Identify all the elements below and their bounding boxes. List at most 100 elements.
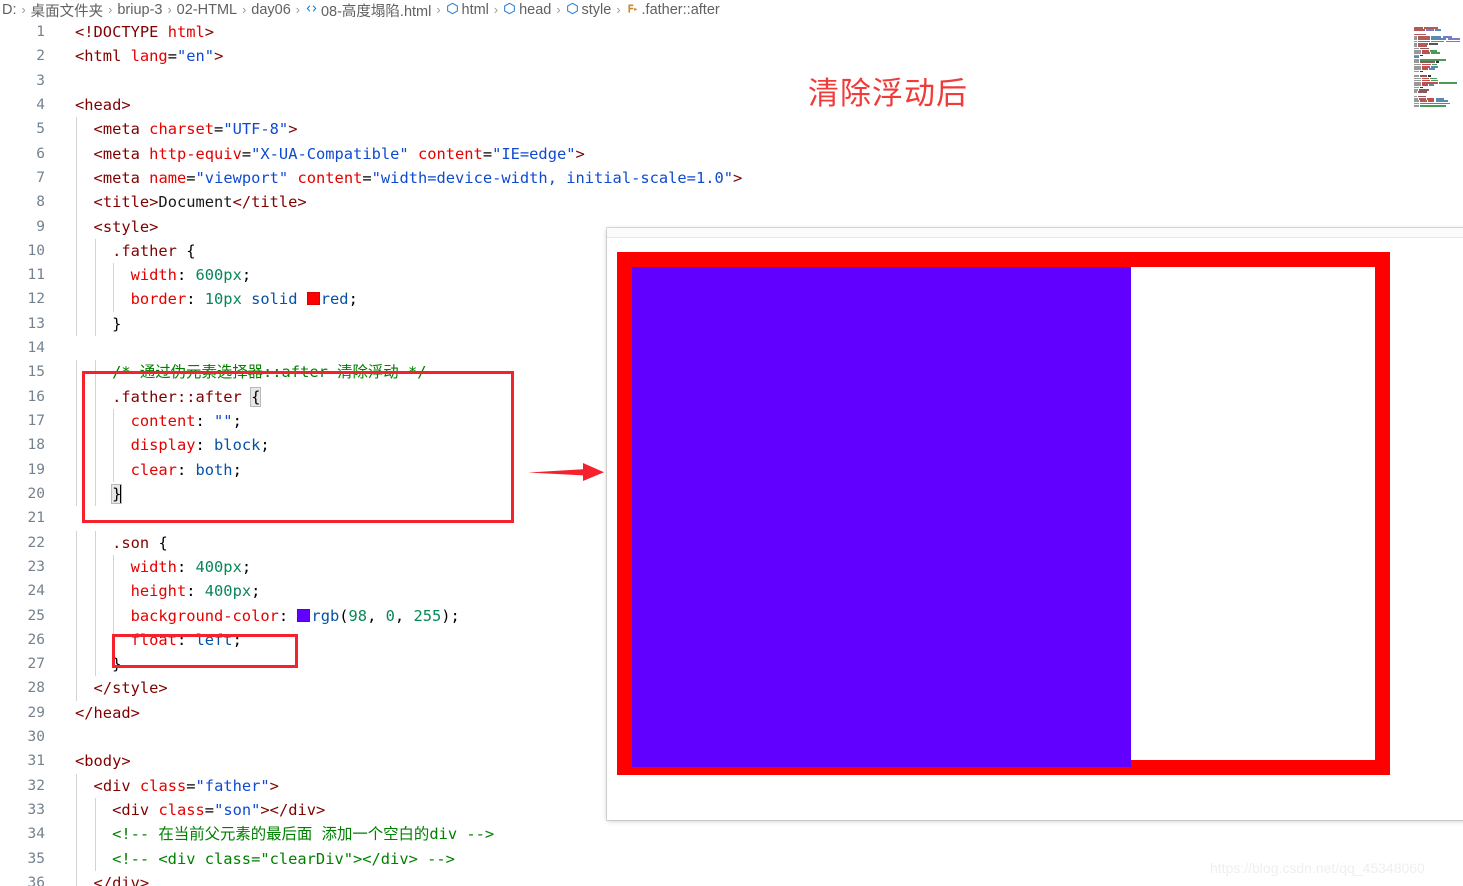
line-number: 2 bbox=[36, 48, 45, 65]
code-token-tag: > bbox=[288, 120, 298, 139]
line-number: 11 bbox=[27, 267, 45, 284]
breadcrumb-item-3[interactable]: briup-3 bbox=[117, 2, 162, 18]
breadcrumb-item-5[interactable]: day06 bbox=[251, 2, 291, 18]
code-token-punct: = bbox=[204, 801, 215, 819]
code-token-prop: display bbox=[130, 436, 196, 455]
code-token-punct: : bbox=[176, 630, 196, 649]
code-token-punct: ; bbox=[260, 436, 270, 455]
line-number: 18 bbox=[27, 437, 45, 454]
code-line[interactable]: 7 <meta name="viewport" content="width=d… bbox=[0, 165, 1463, 191]
breadcrumb-item-7[interactable]: html bbox=[446, 2, 489, 19]
color-swatch-icon[interactable] bbox=[297, 608, 311, 622]
code-line-text: <meta http-equiv="X-UA-Compatible" conte… bbox=[75, 142, 585, 166]
breadcrumb-item-2[interactable]: 桌面文件夹 bbox=[31, 0, 104, 21]
code-token-punct: : bbox=[195, 412, 215, 430]
breadcrumb-item-label: 桌面文件夹 bbox=[30, 3, 104, 20]
code-token-punct: : bbox=[278, 606, 298, 625]
color-swatch-icon[interactable] bbox=[306, 292, 320, 306]
line-number: 6 bbox=[36, 145, 45, 162]
code-token-punct: : bbox=[186, 582, 205, 601]
code-line[interactable]: 5 <meta charset="UTF-8"> bbox=[0, 117, 1463, 142]
watermark-text: https://blog.csdn.net/qq_45348060 bbox=[1210, 860, 1425, 876]
code-line-text: </div> bbox=[75, 871, 150, 886]
breadcrumb-item-9[interactable]: style bbox=[566, 2, 612, 19]
code-line[interactable]: 2 <html lang="en"> bbox=[0, 44, 1463, 68]
breadcrumb-item-4[interactable]: 02-HTML bbox=[177, 2, 237, 18]
code-token-prop: border bbox=[130, 290, 187, 309]
code-token-prop: background-color bbox=[130, 606, 279, 625]
breadcrumb-separator: › bbox=[436, 3, 441, 17]
code-line-text: <style> bbox=[75, 215, 159, 239]
code-token-txt: Document bbox=[158, 193, 233, 212]
line-number: 8 bbox=[36, 194, 45, 211]
code-token-val: solid bbox=[251, 290, 298, 309]
line-number: 9 bbox=[36, 218, 45, 235]
breadcrumb-item-1[interactable]: D: bbox=[2, 2, 17, 18]
minimap-token bbox=[1429, 84, 1435, 86]
code-line[interactable]: 1 <!DOCTYPE html> bbox=[0, 20, 1463, 44]
breadcrumb-separator: › bbox=[616, 3, 621, 17]
preview-render-area bbox=[607, 239, 1463, 820]
preview-panel-chrome bbox=[607, 228, 1463, 238]
line-number: 16 bbox=[27, 388, 45, 405]
line-number: 22 bbox=[27, 534, 45, 551]
code-token-tag: </style> bbox=[93, 679, 168, 698]
line-number: 32 bbox=[27, 777, 45, 794]
code-token-attr: charset bbox=[149, 120, 215, 139]
code-line-text: /* 通过伪元素选择器::after 清除浮动 */ bbox=[75, 360, 426, 384]
code-line-text: float: left; bbox=[75, 628, 242, 652]
code-token-tag: <meta bbox=[93, 168, 140, 187]
code-line-text: clear: both; bbox=[75, 458, 242, 482]
minimap-token bbox=[1445, 40, 1460, 43]
code-line-text: border: 10px solid red; bbox=[75, 287, 358, 311]
code-token-tag: <meta bbox=[93, 144, 140, 163]
code-line[interactable]: 3 bbox=[0, 69, 1463, 93]
line-number: 15 bbox=[27, 364, 45, 381]
breadcrumb-item-10[interactable]: .father::after bbox=[626, 2, 720, 19]
breadcrumb-separator: › bbox=[167, 3, 172, 17]
breadcrumb-item-label: day06 bbox=[251, 2, 291, 18]
code-line-text: width: 600px; bbox=[75, 263, 252, 287]
breadcrumb-item-label: 08-高度塌陷.html bbox=[320, 3, 432, 20]
code-token-punct: = bbox=[362, 168, 372, 187]
code-line[interactable]: 8 <title>Document</title> bbox=[0, 190, 1463, 215]
code-token-punct: ; bbox=[232, 630, 242, 649]
line-number: 28 bbox=[27, 680, 45, 697]
code-token-tag: <div bbox=[93, 776, 131, 795]
code-line-text: .father::after { bbox=[75, 385, 262, 409]
breadcrumb-item-8[interactable]: head bbox=[503, 2, 551, 19]
code-token-str: "IE=edge" bbox=[492, 144, 576, 163]
editor-minimap[interactable] bbox=[1412, 19, 1463, 107]
code-line[interactable]: 4 <head> bbox=[0, 93, 1463, 117]
html-file-icon bbox=[305, 2, 318, 19]
code-token-attr: class bbox=[158, 801, 205, 819]
page-title-annotation: 清除浮动后 bbox=[808, 76, 968, 111]
code-token-str: "son" bbox=[214, 801, 261, 819]
code-token-punct: ; bbox=[241, 266, 252, 285]
son-div-preview bbox=[632, 267, 1131, 767]
code-token-num: 98 bbox=[348, 606, 368, 625]
line-number: 12 bbox=[27, 291, 45, 308]
code-token-brace: } bbox=[112, 655, 122, 674]
code-line-text: <meta charset="UTF-8"> bbox=[75, 117, 298, 141]
breadcrumb-item-6[interactable]: 08-高度塌陷.html bbox=[305, 0, 431, 21]
bracket-match-highlight: { bbox=[250, 386, 262, 407]
code-line[interactable]: 6 <meta http-equiv="X-UA-Compatible" con… bbox=[0, 141, 1463, 166]
line-number: 19 bbox=[27, 461, 45, 478]
code-token-str: "viewport" bbox=[195, 168, 289, 187]
code-line-text: <html lang="en"> bbox=[75, 44, 223, 68]
code-token-tag: > bbox=[575, 144, 585, 163]
line-number: 35 bbox=[27, 850, 45, 867]
line-number: 36 bbox=[27, 874, 45, 886]
breadcrumb-item-label: style bbox=[581, 2, 612, 18]
browser-preview-panel[interactable] bbox=[607, 228, 1463, 820]
breadcrumb-separator: › bbox=[21, 3, 26, 17]
code-token-num: 10px bbox=[204, 290, 242, 309]
code-token-prop: width bbox=[130, 557, 177, 576]
code-token-num: 400px bbox=[204, 582, 252, 601]
code-token-punct: ; bbox=[232, 460, 242, 479]
code-token-sel: .son bbox=[112, 533, 150, 552]
code-line[interactable]: 34 <!-- 在当前父元素的最后面 添加一个空白的div --> bbox=[0, 822, 1463, 847]
